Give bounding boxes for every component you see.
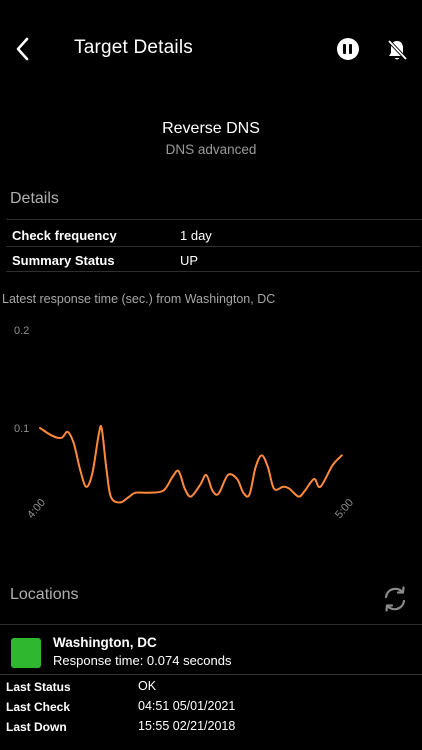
chart-caption: Latest response time (sec.) from Washing… — [2, 292, 276, 306]
y-tick-label: 0.2 — [14, 325, 29, 337]
bell-off-icon — [387, 39, 408, 61]
x-tick-label: 4:00 — [25, 497, 48, 521]
stat-label-last-down: Last Down — [6, 720, 67, 734]
divider — [0, 624, 422, 625]
detail-label-summary-status: Summary Status — [12, 253, 115, 268]
target-type: DNS advanced — [165, 142, 257, 157]
y-tick-label: 0.1 — [14, 423, 29, 435]
refresh-icon — [384, 586, 406, 612]
details-section-title: Details — [10, 190, 59, 207]
back-button[interactable] — [10, 34, 38, 64]
location-response-time: Response time: 0.074 seconds — [53, 653, 232, 668]
target-details-screen: Target Details Reverse DNS DNS advanced … — [0, 0, 422, 750]
series-line — [39, 424, 343, 504]
x-tick-label: 5:00 — [333, 497, 356, 521]
location-name: Washington, DC — [53, 635, 157, 650]
target-name: Reverse DNS — [162, 120, 260, 137]
stat-label-last-status: Last Status — [6, 680, 71, 694]
response-time-chart: 0.2 0.1 4:00 5:00 — [14, 325, 356, 521]
pause-button[interactable] — [337, 38, 359, 60]
detail-value-summary-status: UP — [180, 253, 199, 268]
pause-icon — [343, 44, 346, 54]
app-header: Target Details — [0, 0, 422, 100]
status-indicator — [11, 638, 41, 668]
page-title: Target Details — [74, 37, 193, 58]
detail-value-check-frequency: 1 day — [180, 228, 212, 243]
divider — [6, 246, 420, 247]
locations-section-title: Locations — [10, 586, 79, 603]
chevron-left-icon — [16, 37, 29, 61]
stat-value-last-check: 04:51 05/01/2021 — [138, 699, 236, 713]
stat-value-last-status: OK — [138, 679, 157, 693]
stat-value-last-down: 15:55 02/21/2018 — [138, 719, 236, 733]
detail-label-check-frequency: Check frequency — [12, 228, 117, 243]
divider — [6, 271, 420, 272]
divider — [6, 219, 422, 220]
divider — [0, 674, 422, 675]
notifications-off-button[interactable] — [386, 38, 408, 62]
stat-label-last-check: Last Check — [6, 700, 71, 714]
refresh-button[interactable] — [380, 584, 410, 614]
pause-icon-bar — [349, 44, 352, 54]
